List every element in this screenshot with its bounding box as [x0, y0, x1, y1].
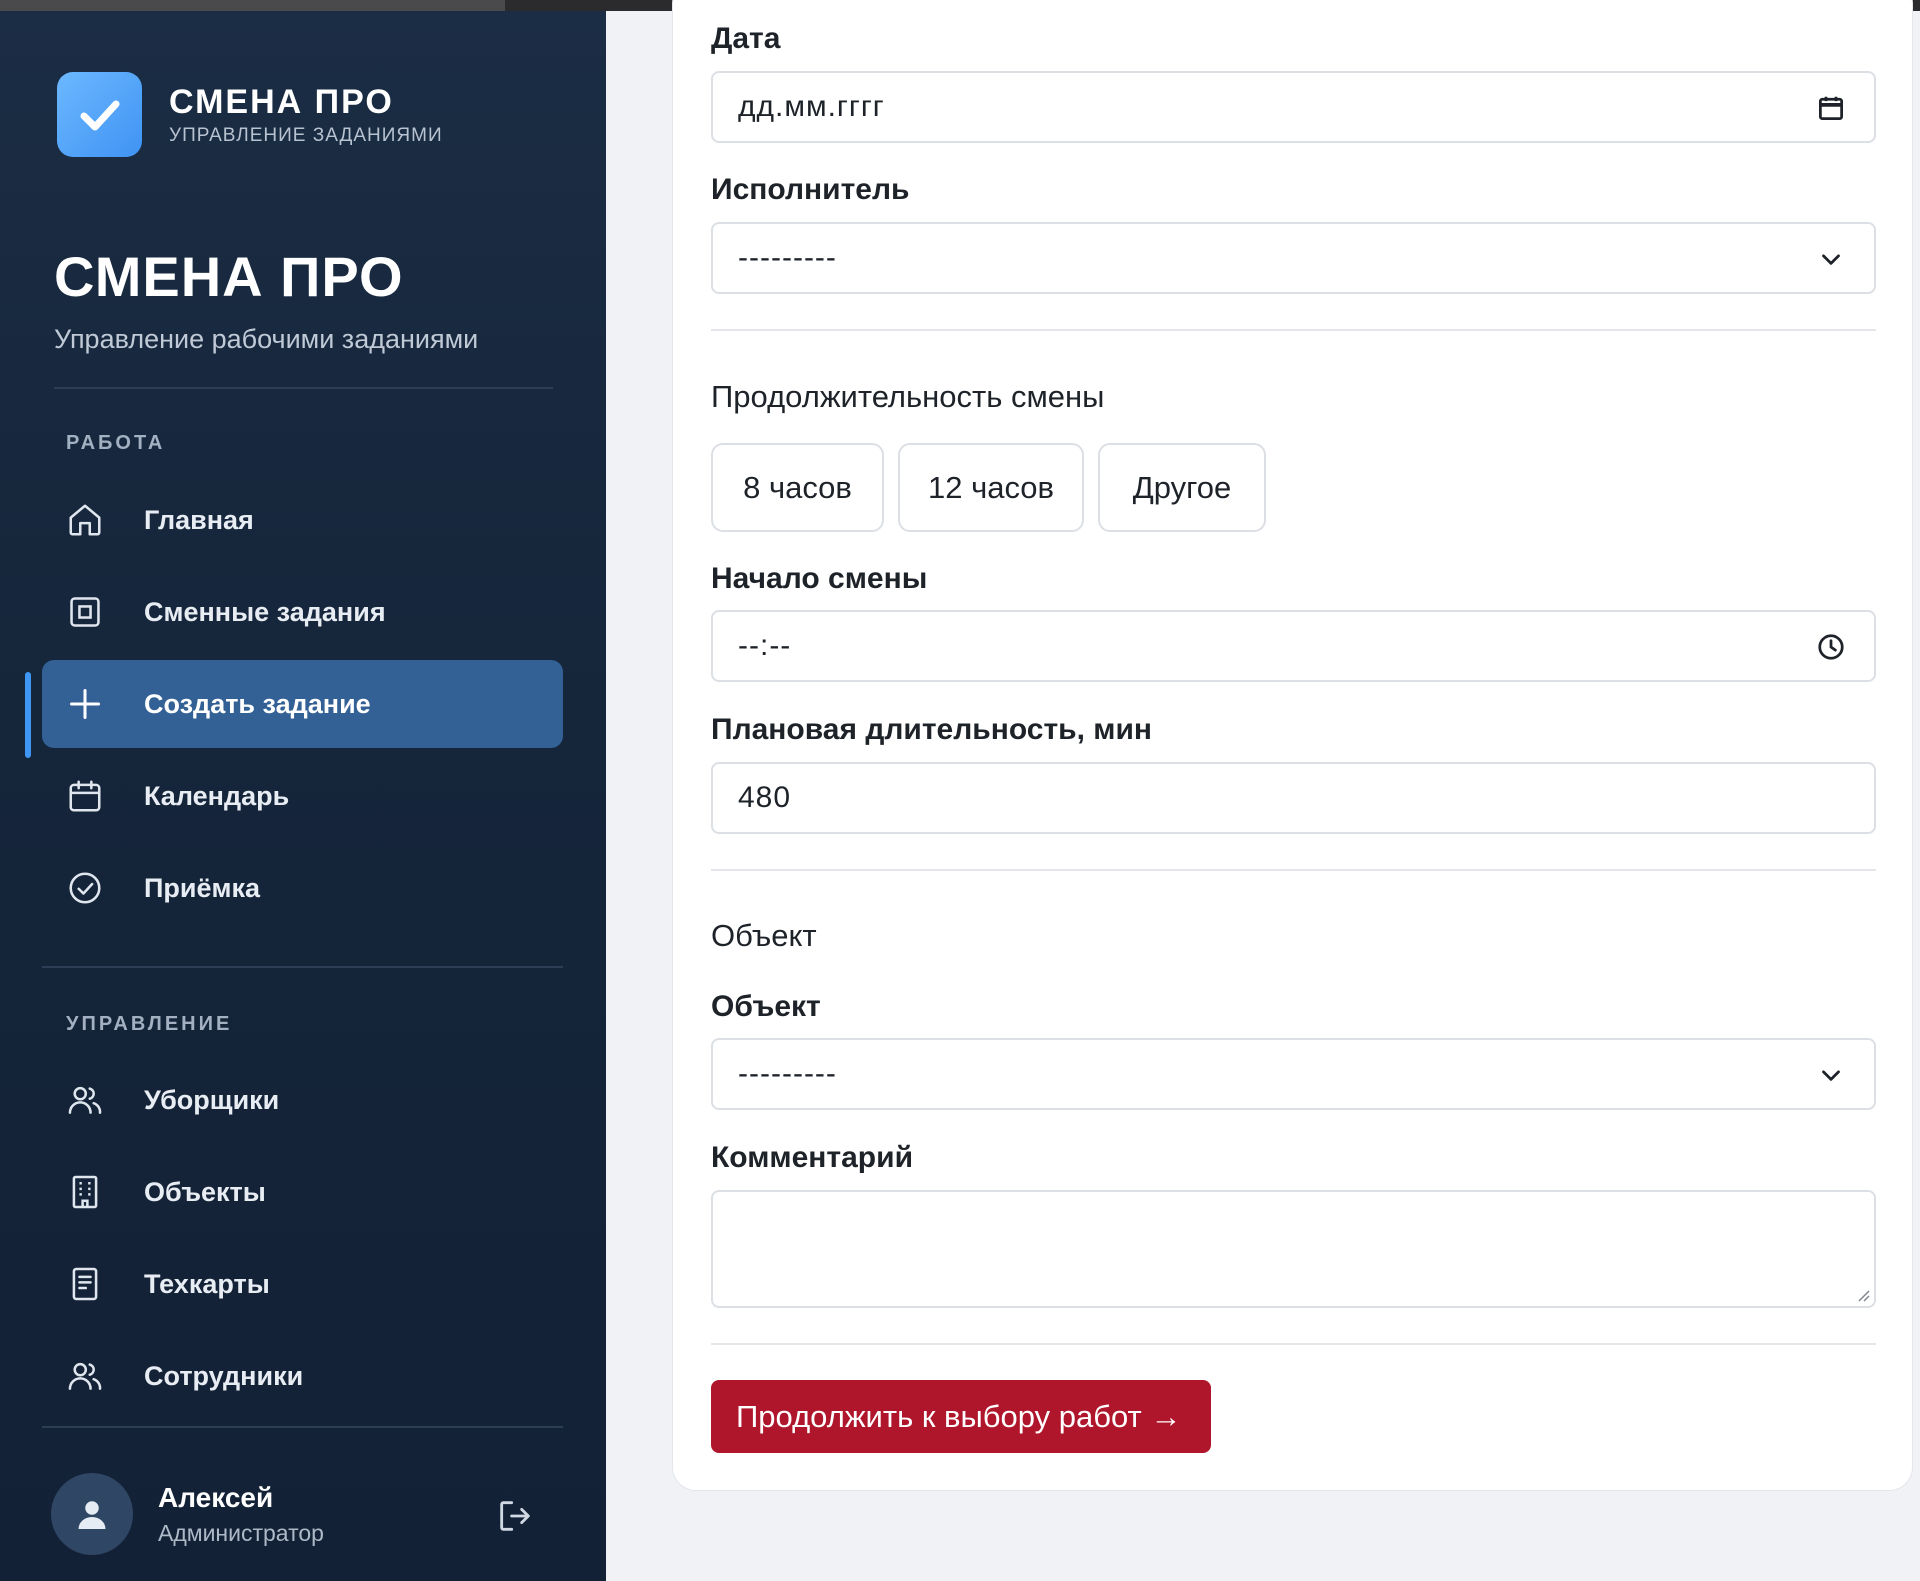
users-icon [65, 1080, 105, 1120]
nav-label-employees: Сотрудники [144, 1360, 304, 1391]
start-label: Начало смены [711, 562, 928, 595]
building-icon [65, 1172, 105, 1212]
nav-label-acceptance: Приёмка [144, 872, 261, 903]
chevron-down-icon [1816, 244, 1846, 274]
section-label-work: РАБОТА [66, 432, 166, 454]
sidebar-divider [54, 387, 553, 389]
home-icon [65, 500, 105, 540]
start-time-field[interactable]: --:-- [711, 610, 1876, 682]
nav-item-objects[interactable]: Объекты [42, 1148, 563, 1236]
nav-item-cleaners[interactable]: Уборщики [42, 1056, 563, 1144]
executor-value: --------- [738, 241, 837, 274]
sidebar-divider [42, 1426, 563, 1428]
planned-duration-value: 480 [738, 781, 792, 814]
sidebar: СМЕНА ПРО УПРАВЛЕНИЕ ЗАДАНИЯМИ СМЕНА ПРО… [0, 11, 606, 1581]
window-top-bar-shade [0, 0, 505, 11]
brand-subtitle: УПРАВЛЕНИЕ ЗАДАНИЯМИ [169, 124, 443, 146]
form-divider [711, 869, 1876, 871]
user-profile[interactable]: Алексей Администратор [51, 1473, 324, 1555]
date-field[interactable]: дд.мм.гггг [711, 71, 1876, 143]
comment-label: Комментарий [711, 1141, 914, 1174]
executor-label: Исполнитель [711, 173, 910, 206]
nav-label-objects: Объекты [144, 1176, 266, 1207]
object-label: Объект [711, 990, 821, 1023]
brand[interactable]: СМЕНА ПРО УПРАВЛЕНИЕ ЗАДАНИЯМИ [57, 72, 443, 157]
nav-label-home: Главная [144, 504, 254, 535]
nav-label-calendar: Календарь [144, 780, 290, 811]
brand-name: СМЕНА ПРО [169, 82, 394, 121]
clock-icon[interactable] [1816, 632, 1846, 662]
duration-option-other[interactable]: Другое [1098, 443, 1266, 532]
continue-button[interactable]: Продолжить к выбору работ → [711, 1380, 1211, 1453]
nav-label-shift-tasks: Сменные задания [144, 596, 386, 627]
plus-icon [65, 684, 105, 724]
document-icon [65, 1264, 105, 1304]
nav-item-shift-tasks[interactable]: Сменные задания [42, 568, 563, 656]
nav-label-create-task: Создать задание [144, 688, 371, 719]
user-icon [78, 1501, 106, 1529]
checkmark-logo-icon [57, 72, 142, 157]
sidebar-divider [42, 966, 563, 968]
object-select[interactable]: --------- [711, 1038, 1876, 1110]
calendar-icon[interactable] [1816, 93, 1846, 123]
executor-select[interactable]: --------- [711, 222, 1876, 294]
form-divider [711, 1343, 1876, 1345]
nav-item-techcards[interactable]: Техкарты [42, 1240, 563, 1328]
nav-item-calendar[interactable]: Календарь [42, 752, 563, 840]
users-icon [65, 1356, 105, 1396]
date-label: Дата [711, 22, 781, 55]
nav-item-home[interactable]: Главная [42, 476, 563, 564]
object-section-title: Объект [711, 918, 817, 953]
duration-section-title: Продолжительность смены [711, 379, 1105, 414]
nav-label-techcards: Техкарты [144, 1268, 270, 1299]
task-square-icon [65, 592, 105, 632]
date-placeholder: дд.мм.гггг [738, 90, 885, 123]
sidebar-title: СМЕНА ПРО [54, 245, 404, 308]
sidebar-subtitle: Управление рабочими заданиями [54, 324, 479, 354]
nav-label-cleaners: Уборщики [144, 1084, 280, 1115]
form-divider [711, 329, 1876, 331]
logout-icon[interactable] [495, 1496, 535, 1536]
planned-duration-label: Плановая длительность, мин [711, 713, 1153, 746]
avatar [51, 1473, 133, 1555]
resize-handle-icon[interactable] [1854, 1286, 1870, 1302]
start-placeholder: --:-- [738, 629, 792, 662]
user-role: Администратор [158, 1519, 324, 1546]
check-circle-icon [65, 868, 105, 908]
nav-item-create-task[interactable]: Создать задание [42, 660, 563, 748]
nav-item-acceptance[interactable]: Приёмка [42, 844, 563, 932]
comment-textarea[interactable] [711, 1190, 1876, 1308]
planned-duration-input[interactable]: 480 [711, 762, 1876, 834]
active-indicator [25, 672, 31, 758]
nav-item-employees[interactable]: Сотрудники [42, 1332, 563, 1420]
object-value: --------- [738, 1057, 837, 1090]
user-name: Алексей [158, 1481, 274, 1513]
chevron-down-icon [1816, 1060, 1846, 1090]
calendar-icon [65, 776, 105, 816]
duration-option-8h[interactable]: 8 часов [711, 443, 884, 532]
section-label-manage: УПРАВЛЕНИЕ [66, 1013, 233, 1035]
duration-option-12h[interactable]: 12 часов [898, 443, 1084, 532]
